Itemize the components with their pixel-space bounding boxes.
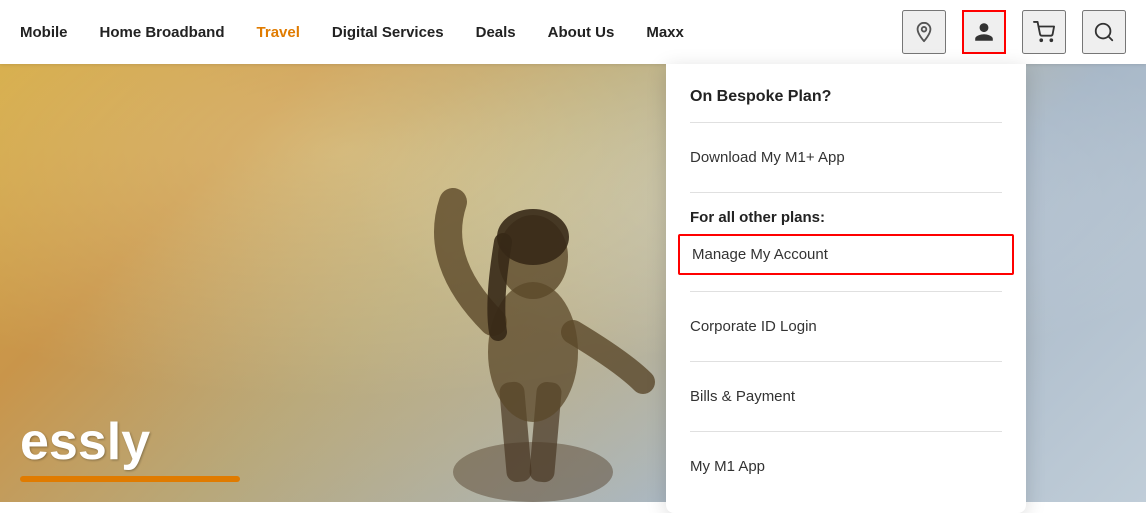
nav-item-maxx[interactable]: Maxx bbox=[646, 24, 684, 41]
location-icon bbox=[913, 21, 935, 43]
hero-underline bbox=[20, 476, 240, 482]
main-nav: Mobile Home Broadband Travel Digital Ser… bbox=[20, 24, 902, 41]
search-icon-button[interactable] bbox=[1082, 10, 1126, 54]
dropdown-divider-1 bbox=[690, 122, 1002, 123]
dropdown-divider-3 bbox=[690, 291, 1002, 292]
other-plans-title: For all other plans: bbox=[690, 209, 1002, 226]
bills-payment-link[interactable]: Bills & Payment bbox=[690, 378, 1002, 415]
corporate-id-login-link[interactable]: Corporate ID Login bbox=[690, 308, 1002, 345]
cart-icon bbox=[1032, 21, 1056, 43]
nav-item-digital-services[interactable]: Digital Services bbox=[332, 24, 444, 41]
manage-account-link[interactable]: Manage My Account bbox=[678, 234, 1014, 275]
account-icon-button[interactable] bbox=[962, 10, 1006, 54]
dropdown-divider-5 bbox=[690, 431, 1002, 432]
search-icon bbox=[1093, 21, 1115, 43]
header-icons bbox=[902, 10, 1126, 54]
location-icon-button[interactable] bbox=[902, 10, 946, 54]
cart-icon-button[interactable] bbox=[1022, 10, 1066, 54]
my-m1-app-link[interactable]: My M1 App bbox=[690, 448, 1002, 485]
hero-text: essly bbox=[20, 416, 240, 468]
nav-item-mobile[interactable]: Mobile bbox=[20, 24, 68, 41]
hero-text-area: essly bbox=[20, 416, 240, 482]
nav-item-travel[interactable]: Travel bbox=[257, 24, 300, 41]
account-dropdown: On Bespoke Plan? Download My M1+ App For… bbox=[666, 64, 1026, 513]
person-icon bbox=[973, 21, 995, 43]
nav-item-home-broadband[interactable]: Home Broadband bbox=[100, 24, 225, 41]
dropdown-divider-2 bbox=[690, 192, 1002, 193]
dropdown-divider-4 bbox=[690, 361, 1002, 362]
header: Mobile Home Broadband Travel Digital Ser… bbox=[0, 0, 1146, 64]
nav-item-deals[interactable]: Deals bbox=[476, 24, 516, 41]
nav-item-about-us[interactable]: About Us bbox=[548, 24, 615, 41]
download-m1-app-link[interactable]: Download My M1+ App bbox=[690, 139, 1002, 176]
bespoke-plan-title: On Bespoke Plan? bbox=[690, 88, 1002, 106]
